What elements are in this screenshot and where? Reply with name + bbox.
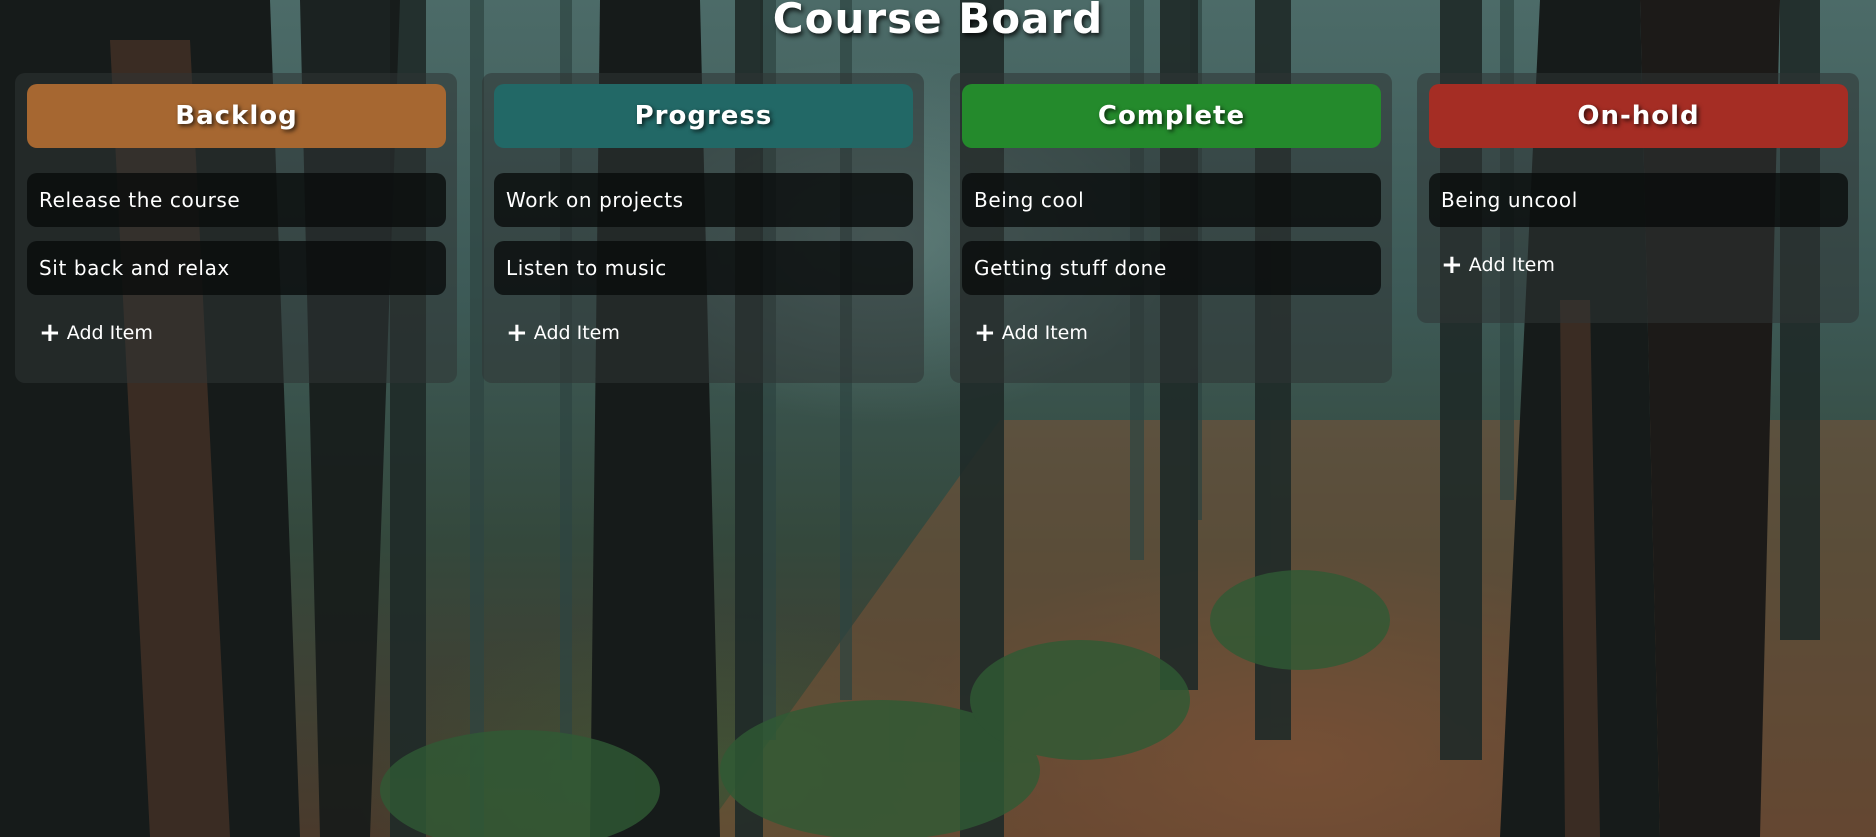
column-on-hold: On-hold Being uncool + Add Item <box>1417 73 1859 323</box>
column-progress: Progress Work on projects Listen to musi… <box>482 73 924 383</box>
item-label: Sit back and relax <box>39 256 230 280</box>
column-backlog: Backlog Release the course Sit back and … <box>15 73 457 383</box>
list-item[interactable]: Work on projects <box>494 173 913 227</box>
column-header-progress[interactable]: Progress <box>494 84 913 148</box>
add-item-button[interactable]: + Add Item <box>962 313 1381 353</box>
list-item[interactable]: Getting stuff done <box>962 241 1381 295</box>
page-title: Course Board <box>772 0 1104 43</box>
list-item[interactable]: Sit back and relax <box>27 241 446 295</box>
plus-icon: + <box>506 318 528 348</box>
add-item-label: Add Item <box>66 322 153 344</box>
list-item[interactable]: Being cool <box>962 173 1381 227</box>
column-title: Progress <box>634 101 773 131</box>
add-item-button[interactable]: + Add Item <box>27 313 446 353</box>
list-item[interactable]: Release the course <box>27 173 446 227</box>
column-header-on-hold[interactable]: On-hold <box>1429 84 1848 148</box>
column-title: On-hold <box>1577 101 1700 131</box>
add-item-label: Add Item <box>533 322 620 344</box>
column-title: Complete <box>1097 101 1246 131</box>
item-label: Listen to music <box>506 256 667 280</box>
add-item-button[interactable]: + Add Item <box>1429 245 1848 285</box>
item-label: Work on projects <box>506 188 684 212</box>
add-item-button[interactable]: + Add Item <box>494 313 913 353</box>
list-item[interactable]: Listen to music <box>494 241 913 295</box>
column-header-backlog[interactable]: Backlog <box>27 84 446 148</box>
list-item[interactable]: Being uncool <box>1429 173 1848 227</box>
column-title: Backlog <box>175 101 298 131</box>
plus-icon: + <box>974 318 996 348</box>
column-header-complete[interactable]: Complete <box>962 84 1381 148</box>
item-label: Being uncool <box>1441 188 1578 212</box>
item-label: Release the course <box>39 188 241 212</box>
plus-icon: + <box>39 318 61 348</box>
plus-icon: + <box>1441 250 1463 280</box>
column-complete: Complete Being cool Getting stuff done +… <box>950 73 1392 383</box>
item-label: Being cool <box>974 188 1085 212</box>
add-item-label: Add Item <box>1001 322 1088 344</box>
item-label: Getting stuff done <box>974 256 1167 280</box>
add-item-label: Add Item <box>1468 254 1555 276</box>
